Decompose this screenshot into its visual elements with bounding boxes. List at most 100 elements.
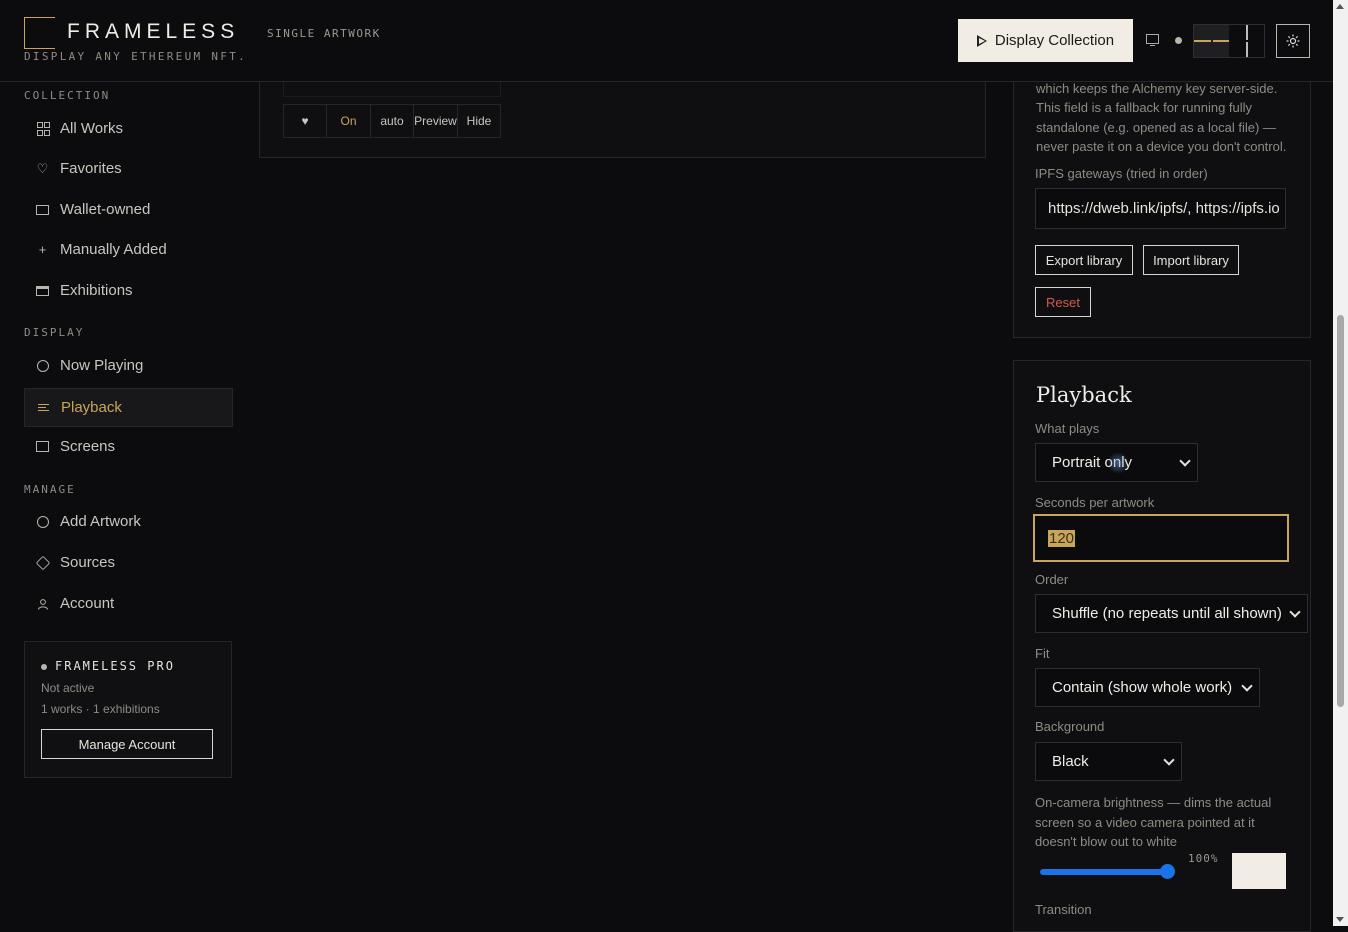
- play-icon: [976, 34, 987, 47]
- display-section-label: DISPLAY: [24, 326, 85, 339]
- brightness-slider-thumb[interactable]: [1160, 864, 1175, 879]
- sidebar-item-account[interactable]: Account: [24, 585, 231, 622]
- order-value: Shuffle (no repeats until all shown): [1052, 605, 1282, 622]
- artwork-panel: ♥ On auto Preview Hide: [259, 82, 986, 158]
- sidebar-item-label: Exhibitions: [60, 282, 133, 299]
- sidebar-item-sources[interactable]: Sources: [24, 544, 231, 581]
- scroll-down-arrow-icon[interactable]: [1336, 917, 1344, 922]
- sidebar-item-all-works[interactable]: All Works: [24, 110, 231, 147]
- brightness-preview-swatch: [1232, 853, 1286, 889]
- layout-columns-button[interactable]: [1194, 25, 1229, 57]
- play-circle-icon: [36, 359, 49, 372]
- sidebar-item-label: Sources: [60, 554, 116, 571]
- sidebar-item-label: Account: [60, 595, 115, 612]
- reset-button[interactable]: Reset: [1035, 287, 1091, 317]
- layout-rows-button[interactable]: [1229, 25, 1264, 57]
- playback-title: Playback: [1036, 383, 1132, 407]
- background-select[interactable]: Black: [1035, 742, 1182, 781]
- order-label: Order: [1035, 572, 1069, 587]
- background-label: Background: [1035, 719, 1105, 734]
- sidebar-item-favorites[interactable]: ♡ Favorites: [24, 150, 231, 187]
- sidebar-item-wallet-owned[interactable]: Wallet-owned: [24, 191, 231, 228]
- chevron-down-icon: [1179, 455, 1191, 467]
- sidebar-item-label: Playback: [61, 399, 122, 416]
- manage-section-label: MANAGE: [24, 483, 76, 496]
- chevron-down-icon: [1241, 680, 1253, 692]
- pro-status: Not active: [41, 681, 95, 695]
- wallet-icon: [36, 203, 49, 216]
- ipfs-label: IPFS gateways (tried in order): [1035, 166, 1208, 181]
- sidebar-item-playback[interactable]: Playback: [24, 388, 233, 427]
- scroll-up-arrow-icon[interactable]: [1336, 4, 1344, 9]
- sidebar-item-manually-added[interactable]: + Manually Added: [24, 231, 231, 268]
- fit-label: Fit: [1035, 646, 1050, 661]
- columns-icon: [1194, 25, 1229, 57]
- tagline: DISPLAY ANY ETHEREUM NFT.: [24, 50, 248, 63]
- sidebar-item-label: Add Artwork: [60, 513, 141, 530]
- fit-value: Contain (show whole work): [1052, 679, 1233, 696]
- artwork-card-edge: [283, 82, 501, 97]
- layout-toggle: [1193, 24, 1265, 58]
- seconds-label: Seconds per artwork: [1035, 495, 1155, 510]
- logo-frame-icon: [24, 17, 55, 49]
- theme-toggle-button[interactable]: [1276, 24, 1310, 58]
- hide-button[interactable]: Hide: [458, 105, 500, 137]
- plus-icon: +: [38, 242, 47, 257]
- fit-select[interactable]: Contain (show whole work): [1035, 668, 1260, 707]
- exhibition-icon: [36, 284, 49, 297]
- alchemy-help-text: which keeps the Alchemy key server-side.…: [1036, 81, 1287, 154]
- import-library-button[interactable]: Import library: [1143, 245, 1239, 275]
- ipfs-gateways-input[interactable]: https://dweb.link/ipfs/, https://ipfs.io: [1035, 188, 1286, 229]
- display-collection-label: Display Collection: [994, 32, 1115, 49]
- preview-button[interactable]: Preview: [414, 105, 458, 137]
- artwork-controls: ♥ On auto Preview Hide: [283, 104, 501, 138]
- mouse-cursor-icon: [1107, 452, 1129, 474]
- sidebar-item-label: Manually Added: [60, 241, 167, 258]
- on-toggle-button[interactable]: On: [327, 105, 371, 137]
- screen-icon: [36, 440, 49, 453]
- sidebar-item-label: Favorites: [60, 160, 122, 177]
- playback-list-icon: [37, 401, 50, 414]
- export-library-button[interactable]: Export library: [1035, 245, 1133, 275]
- page-scrollbar[interactable]: [1333, 0, 1348, 926]
- status-dot-icon: [1175, 37, 1182, 44]
- sun-icon: [1286, 34, 1300, 48]
- order-select[interactable]: Shuffle (no repeats until all shown): [1035, 594, 1308, 633]
- background-value: Black: [1052, 753, 1089, 770]
- heart-icon: ♡: [36, 160, 49, 176]
- what-plays-label: What plays: [1035, 421, 1100, 436]
- logo-title: FRAMELESS: [67, 20, 240, 43]
- user-icon: [36, 597, 49, 610]
- manage-account-button[interactable]: Manage Account: [41, 729, 213, 759]
- collection-section-label: COLLECTION: [24, 89, 111, 102]
- sidebar-item-label: All Works: [60, 120, 124, 137]
- hexagon-icon: [35, 555, 50, 570]
- brightness-label: On-camera brightness — dims the actual s…: [1035, 795, 1272, 849]
- sidebar-item-label: Screens: [60, 438, 116, 455]
- grid-icon: [36, 121, 50, 136]
- transition-label: Transition: [1035, 902, 1092, 917]
- mode-label: SINGLE ARTWORK: [267, 27, 381, 40]
- brightness-value: 100%: [1188, 852, 1219, 865]
- pro-stats: 1 works · 1 exhibitions: [41, 702, 160, 716]
- sidebar-item-now-playing[interactable]: Now Playing: [24, 347, 231, 384]
- pro-title: FRAMELESS PRO: [41, 659, 175, 673]
- rows-icon: [1229, 25, 1264, 57]
- chevron-down-icon: [1289, 606, 1301, 618]
- favorite-button[interactable]: ♥: [284, 105, 327, 137]
- seconds-per-artwork-input[interactable]: 120: [1033, 514, 1289, 562]
- brightness-slider-track[interactable]: [1040, 869, 1168, 875]
- auto-button[interactable]: auto: [371, 105, 414, 137]
- seconds-value: 120: [1048, 530, 1076, 547]
- sidebar-item-screens[interactable]: Screens: [24, 428, 231, 465]
- sidebar-item-exhibitions[interactable]: Exhibitions: [24, 272, 231, 309]
- add-circle-icon: [36, 515, 49, 528]
- display-collection-button[interactable]: Display Collection: [958, 19, 1133, 62]
- sidebar-item-add-artwork[interactable]: Add Artwork: [24, 503, 231, 540]
- monitor-icon[interactable]: [1146, 34, 1159, 46]
- sidebar-item-label: Wallet-owned: [60, 201, 151, 218]
- scrollbar-thumb[interactable]: [1337, 315, 1344, 707]
- app-header: FRAMELESS SINGLE ARTWORK DISPLAY ANY ETH…: [0, 0, 1333, 82]
- pro-card: FRAMELESS PRO Not active 1 works · 1 exh…: [24, 641, 232, 778]
- chevron-down-icon: [1163, 754, 1175, 766]
